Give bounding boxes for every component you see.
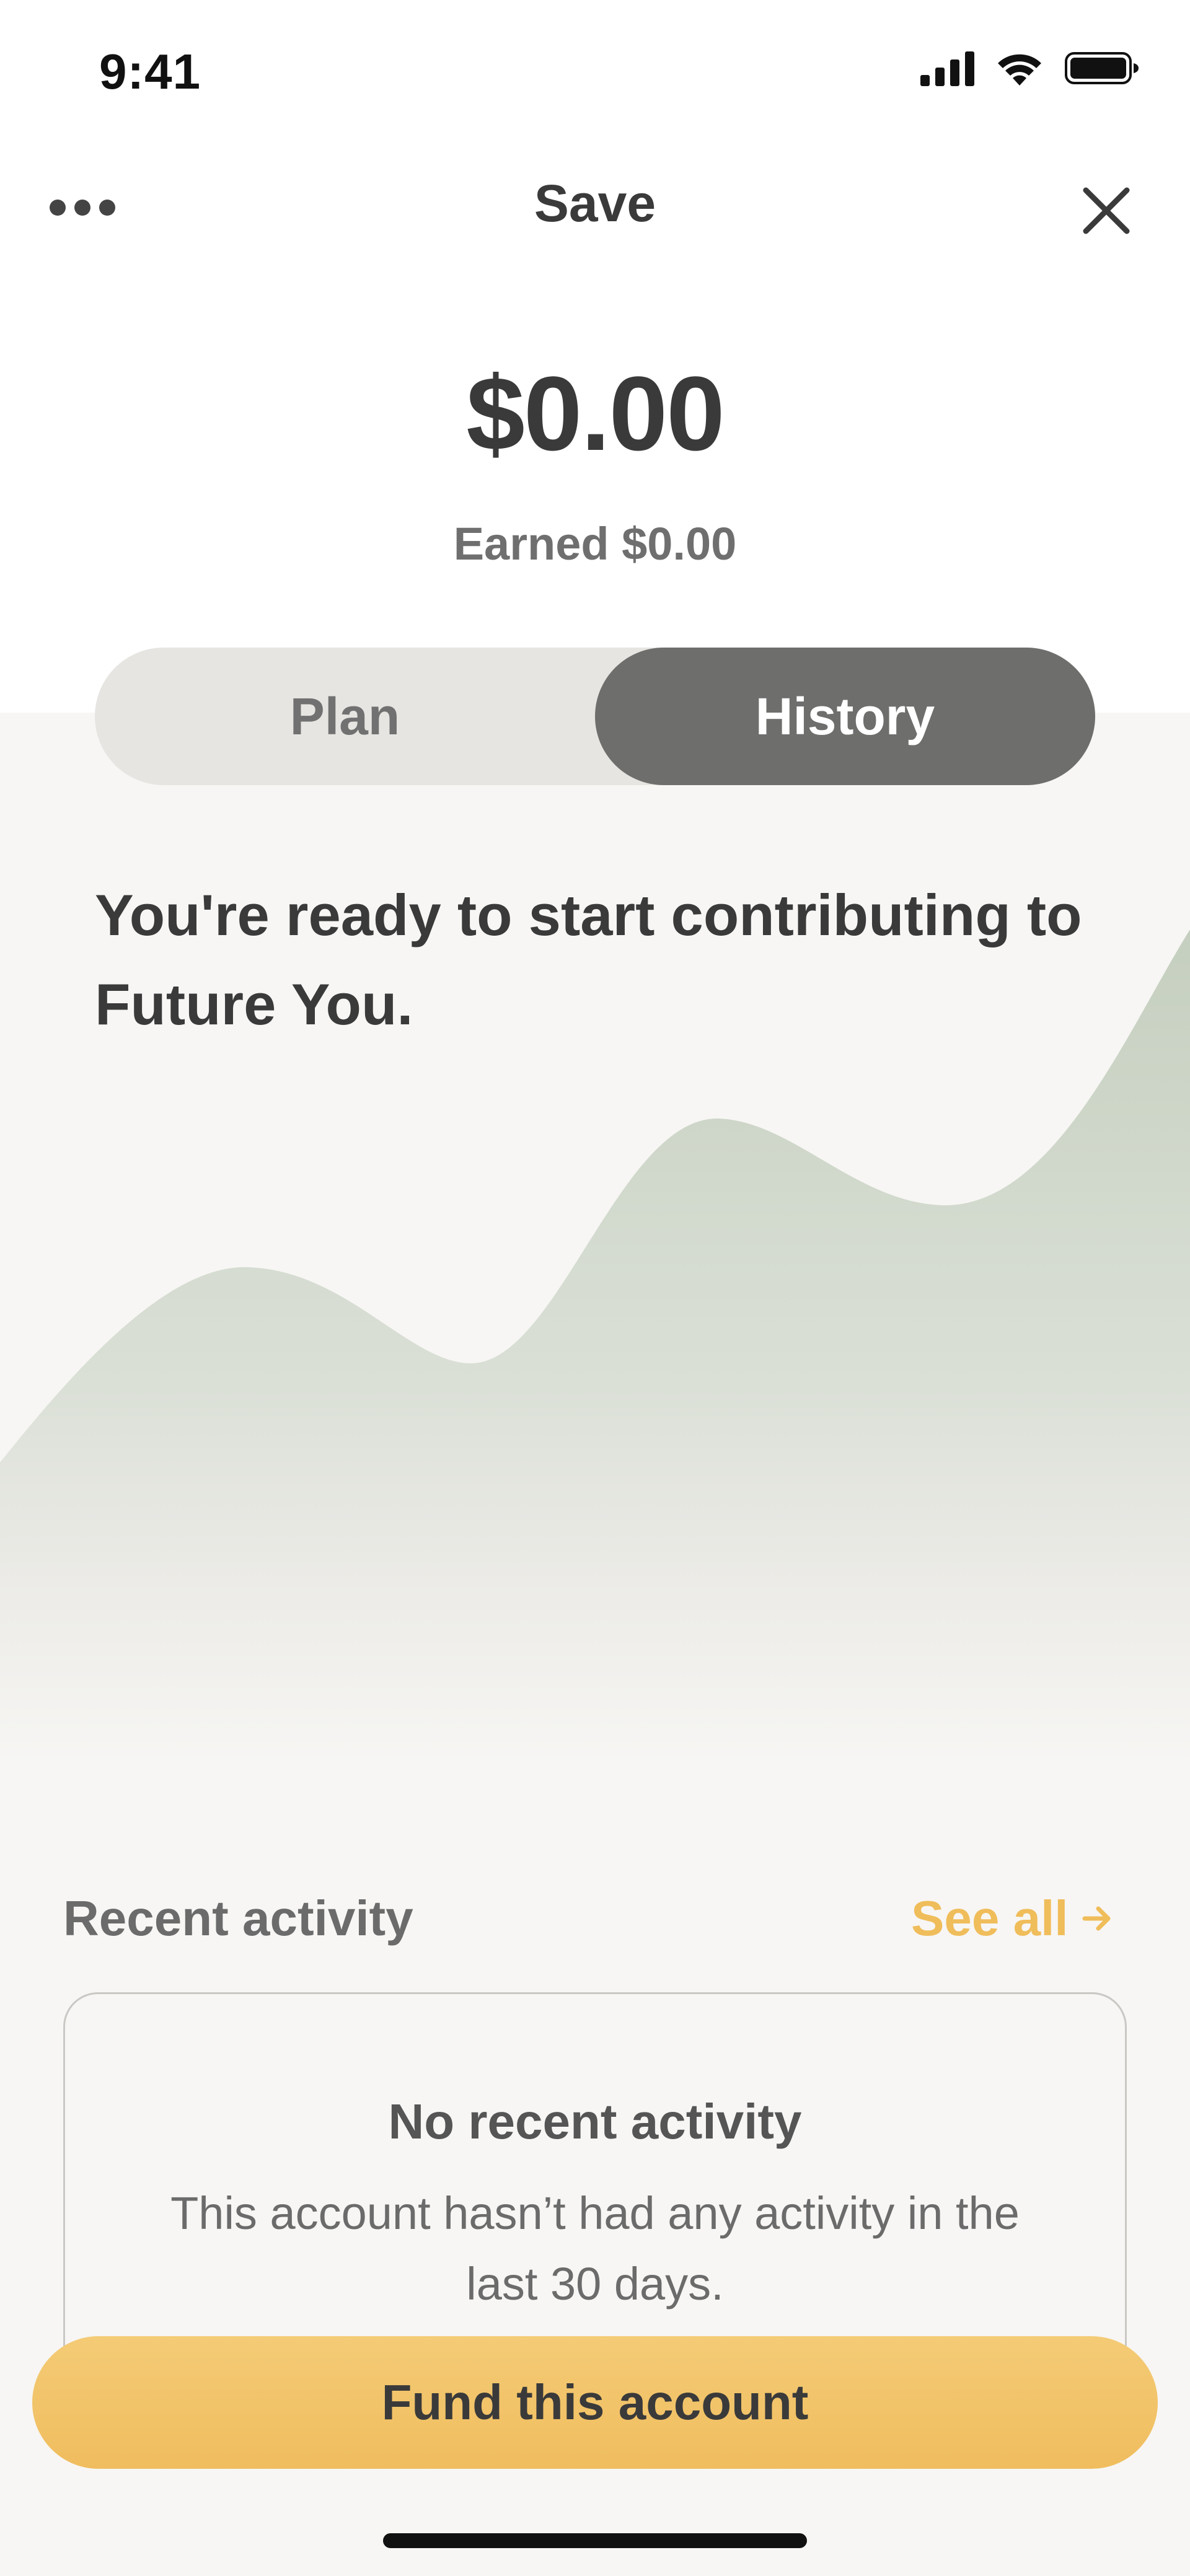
plan-history-toggle: Plan History [95,648,1095,785]
status-time: 9:41 [99,44,201,99]
close-icon[interactable] [1072,177,1140,245]
see-all-label: See all [911,1891,1069,1946]
page-title: Save [534,174,656,232]
battery-icon [1065,52,1139,84]
empty-state-title: No recent activity [388,2094,802,2149]
home-indicator [383,2533,807,2548]
growth-area [0,930,1190,1766]
see-all-link[interactable]: See all [911,1890,1114,1947]
wifi-icon [998,54,1041,86]
empty-state-text: This account hasn’t had any activity in … [170,2187,1020,2310]
arrow-right-icon [1082,1906,1111,1931]
tab-plan[interactable]: Plan [95,648,595,785]
account-balance: $0.00 [466,355,725,473]
recent-activity-title: Recent activity [63,1891,413,1946]
growth-illustration [0,930,1190,1766]
status-bar: 9:41 [0,0,1190,143]
earned-amount: Earned $0.00 [453,518,737,569]
cellular-signal-icon [920,50,974,86]
fund-account-button[interactable]: Fund this account [32,2336,1158,2469]
status-icons [920,50,1140,87]
tab-history[interactable]: History [595,648,1095,785]
